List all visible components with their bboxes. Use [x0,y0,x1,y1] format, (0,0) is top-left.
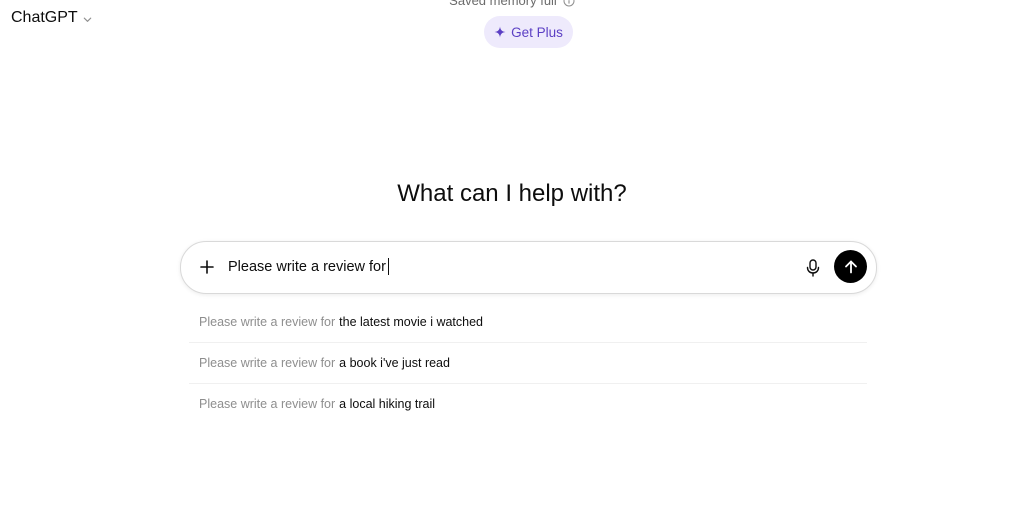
sparkle-icon [494,26,506,38]
prompt-composer: Please write a review for [180,241,877,294]
suggestion-item[interactable]: Please write a review for the latest mov… [189,302,867,343]
send-button[interactable] [834,250,867,283]
info-icon[interactable] [563,0,575,7]
suggestion-item[interactable]: Please write a review for a book i've ju… [189,343,867,384]
arrow-up-icon [844,260,857,273]
suggestion-prefix: Please write a review for [199,315,336,329]
prompt-input[interactable]: Please write a review for [228,258,389,275]
suggestion-completion: a book i've just read [339,356,450,370]
suggestion-completion: a local hiking trail [339,397,436,411]
page-title: What can I help with? [397,180,627,207]
autocomplete-suggestions: Please write a review for the latest mov… [189,302,867,424]
microphone-icon[interactable] [802,257,824,279]
text-caret [387,258,389,275]
prompt-input-value: Please write a review for [228,258,386,275]
chevron-down-icon [82,14,93,25]
suggestion-item[interactable]: Please write a review for a local hiking… [189,384,867,424]
memory-banner-text: Saved memory full [449,0,557,8]
get-plus-label: Get Plus [511,24,563,40]
suggestion-prefix: Please write a review for [199,356,336,370]
model-switcher[interactable]: ChatGPT [11,9,93,27]
plus-icon[interactable] [197,257,217,277]
suggestion-prefix: Please write a review for [199,397,336,411]
memory-banner: Saved memory full [0,0,1024,8]
suggestion-completion: the latest movie i watched [339,315,483,329]
get-plus-button[interactable]: Get Plus [484,16,573,48]
chat-home-page: ChatGPT Saved memory full Get Plus What … [0,0,1024,523]
model-name: ChatGPT [11,9,78,26]
